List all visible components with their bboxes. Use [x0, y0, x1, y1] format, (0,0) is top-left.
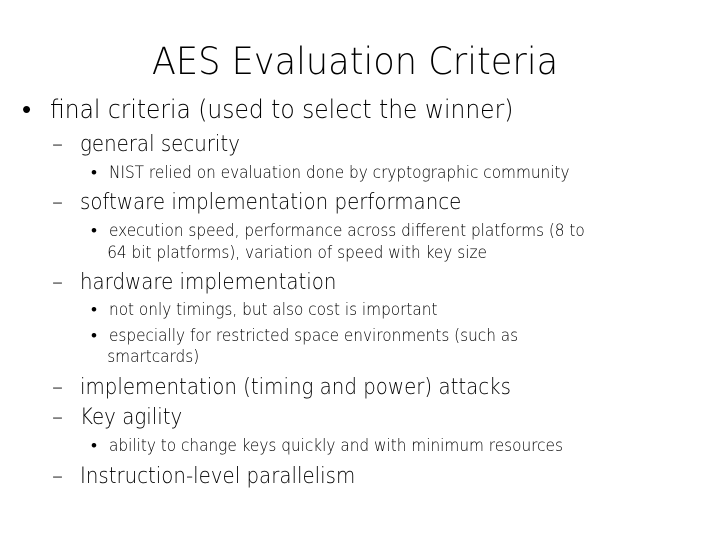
- dash-icon: –: [52, 190, 63, 215]
- detail-text: especially for restricted space environm…: [109, 326, 519, 346]
- criterion-item: – Instruction-level parallelism: [52, 464, 386, 489]
- bullet-icon: •: [91, 163, 97, 183]
- criterion-text: hardware implementation: [80, 270, 337, 295]
- criterion-item: – implementation (timing and power) attac…: [52, 375, 559, 400]
- detail-text: ability to change keys quickly and with …: [109, 436, 563, 456]
- criterion-item: – hardware implementation: [52, 270, 365, 295]
- bullet-icon: •: [91, 436, 97, 456]
- criterion-item: – general security: [52, 132, 258, 157]
- detail-text: 64 bit platforms), variation of speed wi…: [107, 243, 487, 263]
- criterion-item: – software implementation performance: [52, 190, 504, 215]
- detail-item: • execution speed, performance across dif…: [91, 221, 638, 241]
- top-bullet: • final criteria (used to select the winn…: [22, 94, 565, 125]
- detail-text: smartcards): [107, 347, 200, 367]
- detail-item: • ability to change keys quickly and with…: [91, 436, 613, 456]
- dash-icon: –: [52, 464, 63, 489]
- slide-title: AES Evaluation Criteria: [151, 40, 559, 83]
- criterion-text: general security: [80, 132, 240, 157]
- detail-item: • especially for restricted space environ…: [91, 326, 564, 346]
- dash-icon: –: [52, 132, 63, 157]
- detail-text: execution speed, performance across diff…: [109, 221, 585, 241]
- detail-item: • not only timings, but also cost is impo…: [91, 300, 474, 320]
- dash-icon: –: [52, 375, 63, 400]
- slide: AES Evaluation Criteria • final criteria …: [0, 0, 720, 540]
- criterion-text: software implementation performance: [80, 190, 462, 215]
- criterion-text: Key agility: [80, 405, 183, 430]
- detail-text: NIST relied on evaluation done by crypto…: [109, 163, 570, 183]
- detail-continuation: 64 bit platforms), variation of speed wi…: [91, 243, 531, 263]
- criterion-text: implementation (timing and power) attack…: [80, 375, 511, 400]
- dash-icon: –: [52, 270, 63, 295]
- detail-item: • NIST relied on evaluation done by crypt…: [91, 163, 621, 183]
- bullet-icon: •: [91, 326, 97, 346]
- bullet-text: final criteria (used to select the winne…: [50, 95, 514, 125]
- bullet-icon: •: [22, 95, 32, 125]
- detail-text: not only timings, but also cost is impor…: [109, 300, 438, 320]
- bullet-icon: •: [91, 221, 97, 241]
- criterion-text: Instruction-level parallelism: [80, 464, 356, 489]
- dash-icon: –: [52, 405, 63, 430]
- detail-continuation: smartcards): [91, 347, 211, 367]
- bullet-icon: •: [91, 300, 97, 320]
- criterion-item: – Key agility: [52, 405, 194, 430]
